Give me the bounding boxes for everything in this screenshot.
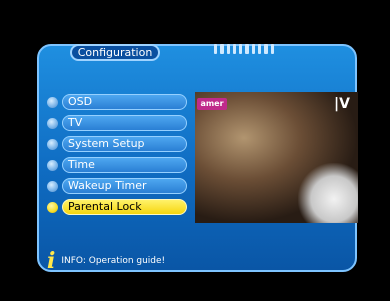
window-title: Configuration bbox=[70, 44, 160, 61]
menu-item-tv[interactable]: TV bbox=[47, 115, 192, 132]
config-menu: OSD TV System Setup Time Wakeup Timer Pa… bbox=[47, 94, 192, 220]
menu-item-label: Wakeup Timer bbox=[62, 178, 187, 194]
bullet-icon bbox=[47, 202, 58, 213]
decorative-stripes bbox=[214, 44, 274, 54]
tv-preview: amer |V bbox=[195, 92, 358, 223]
bullet-icon bbox=[47, 139, 58, 150]
bullet-icon bbox=[47, 160, 58, 171]
bullet-icon bbox=[47, 118, 58, 129]
menu-item-label: Parental Lock bbox=[62, 199, 187, 215]
menu-item-label: Time bbox=[62, 157, 187, 173]
menu-item-wakeup-timer[interactable]: Wakeup Timer bbox=[47, 178, 192, 195]
bullet-icon bbox=[47, 181, 58, 192]
menu-item-label: OSD bbox=[62, 94, 187, 110]
channel-brand: |V bbox=[334, 96, 350, 112]
menu-item-system-setup[interactable]: System Setup bbox=[47, 136, 192, 153]
info-bar: i INFO: Operation guide! bbox=[47, 248, 197, 274]
channel-logo: amer bbox=[197, 98, 227, 110]
bullet-icon bbox=[47, 97, 58, 108]
menu-item-label: System Setup bbox=[62, 136, 187, 152]
menu-item-time[interactable]: Time bbox=[47, 157, 192, 174]
menu-item-osd[interactable]: OSD bbox=[47, 94, 192, 111]
menu-item-parental-lock[interactable]: Parental Lock bbox=[47, 199, 192, 216]
info-text: INFO: Operation guide! bbox=[61, 256, 166, 266]
preview-highlight bbox=[298, 163, 358, 223]
info-icon: i bbox=[47, 248, 56, 274]
menu-item-label: TV bbox=[62, 115, 187, 131]
